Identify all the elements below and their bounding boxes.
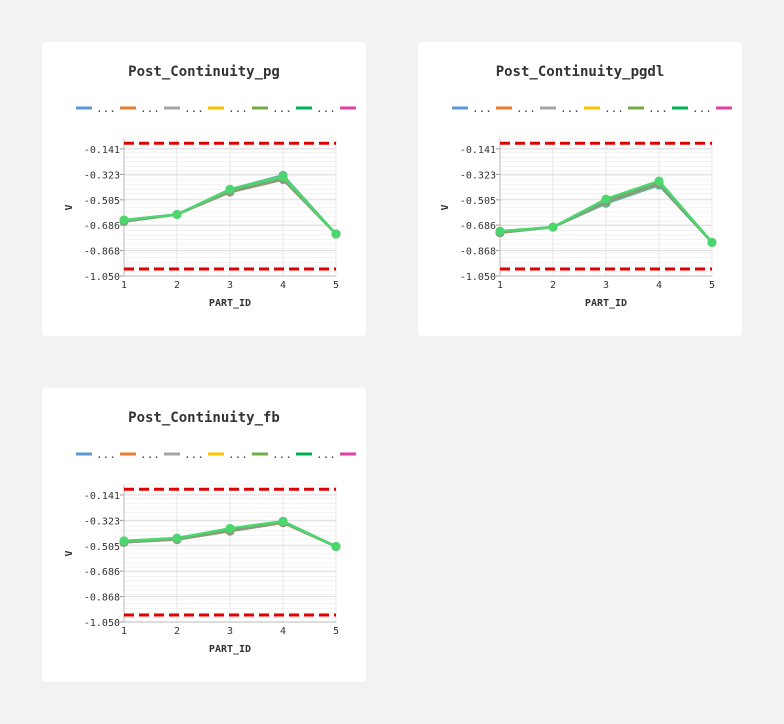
data-point (278, 172, 288, 182)
chart-pgdl: ............... ... -0.141 -0.323 -0.505 -0.6… (440, 102, 732, 309)
y-tick-label: -0.868 (84, 593, 120, 604)
data-point (331, 542, 341, 552)
y-tick-label: -0.141 (84, 145, 120, 156)
legend-label: ... (228, 448, 248, 461)
x-tick-label: 4 (656, 280, 662, 291)
legend-label: ... (472, 102, 492, 115)
y-tick-label: -0.686 (460, 221, 496, 232)
legend-label: ... (692, 102, 712, 115)
y-axis-title: V (64, 204, 75, 210)
legend-label: ... (184, 448, 204, 461)
legend-label: ... (96, 102, 116, 115)
data-point (278, 516, 288, 526)
x-tick-label: 3 (227, 626, 233, 637)
x-axis-title: PART_ID (209, 298, 251, 309)
x-tick-label: 1 (121, 626, 127, 637)
legend-label: ... (184, 102, 204, 115)
x-tick-label: 5 (709, 280, 715, 291)
y-tick-label: -0.323 (460, 170, 496, 181)
legend-label: ... (604, 102, 624, 115)
x-tick-label: 4 (280, 280, 286, 291)
y-tick-label: -0.323 (84, 516, 120, 527)
data-point (172, 533, 182, 543)
data-point (119, 536, 129, 546)
x-tick-label: 2 (174, 280, 180, 291)
chart-card-pg: Post_Continuity_pg .................. -0.… (42, 42, 366, 336)
x-tick-label: 2 (550, 280, 556, 291)
data-point (225, 184, 235, 194)
x-tick-label: 5 (333, 280, 339, 291)
legend-label: ... (316, 448, 336, 461)
y-axis-title: V (64, 550, 75, 556)
y-tick-label: -0.141 (84, 491, 120, 502)
data-point (331, 229, 341, 239)
y-tick-label: -0.868 (460, 247, 496, 258)
y-tick-label: -1.050 (84, 272, 120, 283)
legend-label: ... (560, 102, 580, 115)
legend-label: ... (516, 102, 536, 115)
x-tick-label: 4 (280, 626, 286, 637)
x-axis-title: PART_ID (585, 298, 627, 309)
x-tick-label: 1 (121, 280, 127, 291)
legend-label: ... (140, 448, 160, 461)
x-tick-label: 3 (227, 280, 233, 291)
data-point (495, 226, 505, 236)
chart-fb: ............... ... -0.141 -0.323 -0.505 -0.6… (64, 448, 356, 655)
y-tick-label: -0.323 (84, 170, 120, 181)
legend-label: ... (272, 102, 292, 115)
y-tick-label: -0.141 (460, 145, 496, 156)
x-axis-title: PART_ID (209, 644, 251, 655)
data-point (172, 209, 182, 219)
y-tick-label: -0.686 (84, 221, 120, 232)
data-point (601, 194, 611, 204)
data-point (119, 215, 129, 225)
y-tick-label: -1.050 (84, 618, 120, 629)
x-tick-label: 3 (603, 280, 609, 291)
chart-pg: ............... ... -0.141 -0.323 -0.505 -0.6… (64, 102, 356, 309)
legend-label: ... (272, 448, 292, 461)
y-axis-title: V (440, 204, 451, 210)
chart-card-pgdl: Post_Continuity_pgdl .................. -… (418, 42, 742, 336)
legend-label: ... (96, 448, 116, 461)
data-point (225, 523, 235, 533)
data-point (707, 237, 717, 247)
x-tick-label: 2 (174, 626, 180, 637)
y-tick-label: -0.505 (460, 196, 496, 207)
y-tick-label: -0.505 (84, 196, 120, 207)
y-tick-label: -0.505 (84, 542, 120, 553)
legend-label: ... (648, 102, 668, 115)
legend-label: ... (316, 102, 336, 115)
legend-label: ... (228, 102, 248, 115)
x-tick-label: 1 (497, 280, 503, 291)
y-tick-label: -0.868 (84, 247, 120, 258)
data-point (548, 222, 558, 232)
data-point (654, 176, 664, 186)
legend-label: ... (140, 102, 160, 115)
y-tick-label: -0.686 (84, 567, 120, 578)
y-tick-label: -1.050 (460, 272, 496, 283)
x-tick-label: 5 (333, 626, 339, 637)
chart-card-fb: Post_Continuity_fb .................. -0.… (42, 388, 366, 682)
